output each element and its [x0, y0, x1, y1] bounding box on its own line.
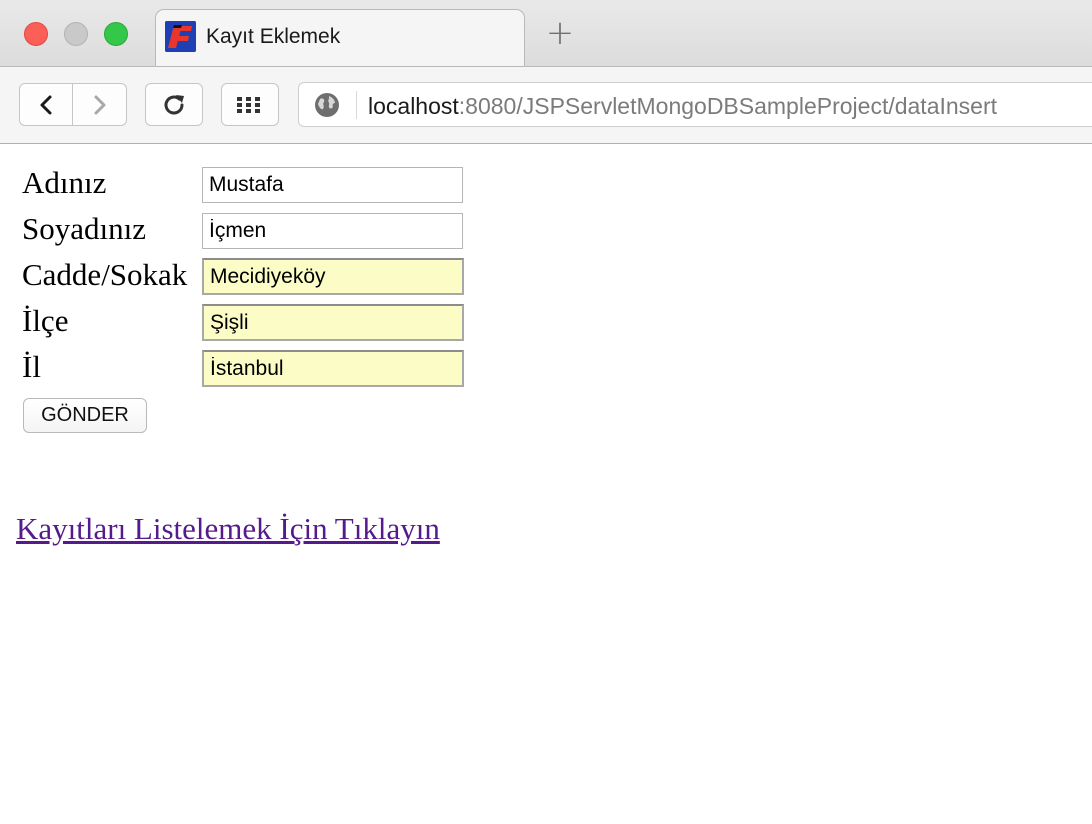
- last-name-input[interactable]: [202, 213, 463, 249]
- reload-icon: [164, 94, 184, 114]
- site-favicon-icon: [165, 21, 196, 52]
- reload-button[interactable]: [145, 83, 203, 126]
- globe-icon: [315, 93, 339, 117]
- address-bar[interactable]: localhost:8080/JSPServletMongoDBSamplePr…: [298, 82, 1092, 127]
- browser-tab-bar: Kayıt Eklemek +: [0, 0, 1092, 67]
- district-input[interactable]: [202, 304, 464, 341]
- page-content: Adınız Soyadınız Cadde/Sokak İlçe İl GÖN…: [0, 145, 1092, 824]
- url-path: :8080/JSPServletMongoDBSampleProject/dat…: [458, 93, 998, 119]
- new-tab-plus-icon[interactable]: +: [541, 16, 579, 51]
- apps-button[interactable]: [221, 83, 279, 126]
- city-input[interactable]: [202, 350, 464, 387]
- city-label: İl: [22, 349, 41, 384]
- first-name-label: Adınız: [22, 165, 107, 200]
- tab-title: Kayıt Eklemek: [206, 25, 341, 48]
- submit-button[interactable]: GÖNDER: [23, 398, 147, 433]
- browser-tab-active[interactable]: Kayıt Eklemek: [155, 9, 525, 67]
- window-minimize-button[interactable]: [64, 22, 88, 46]
- browser-toolbar: localhost:8080/JSPServletMongoDBSamplePr…: [0, 66, 1092, 144]
- street-label: Cadde/Sokak: [22, 257, 188, 292]
- back-arrow-icon: [40, 95, 52, 114]
- window-close-button[interactable]: [24, 22, 48, 46]
- address-bar-separator: [356, 91, 357, 119]
- first-name-input[interactable]: [202, 167, 463, 203]
- district-label: İlçe: [22, 303, 69, 338]
- street-input[interactable]: [202, 258, 464, 295]
- last-name-label: Soyadınız: [22, 211, 146, 246]
- url-host: localhost: [368, 93, 459, 119]
- forward-arrow-icon: [94, 95, 105, 114]
- forward-button[interactable]: [73, 83, 127, 126]
- back-button[interactable]: [19, 83, 73, 126]
- list-records-link[interactable]: Kayıtları Listelemek İçin Tıklayın: [16, 511, 440, 547]
- window-maximize-button[interactable]: [104, 22, 128, 46]
- apps-grid-icon: [237, 96, 260, 113]
- url-text[interactable]: localhost:8080/JSPServletMongoDBSamplePr…: [368, 93, 997, 120]
